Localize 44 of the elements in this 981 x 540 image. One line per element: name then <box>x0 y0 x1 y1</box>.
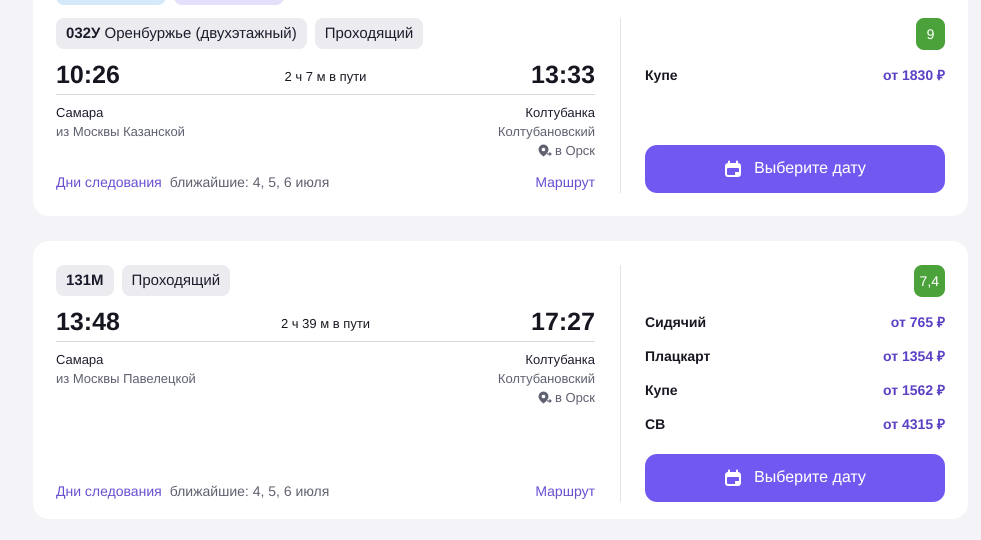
choose-date-button[interactable]: Выберите дату <box>645 145 945 193</box>
transfer-text: в Орск <box>554 142 595 160</box>
train-tag: 131М <box>56 265 114 296</box>
duration: 2 ч 7 м в пути <box>284 68 366 86</box>
duration: 2 ч 39 м в пути <box>280 314 370 333</box>
car-class: Купе <box>645 66 678 85</box>
train-tag: Проходящий <box>122 265 230 296</box>
arrival-city: Колтубанка <box>525 104 595 122</box>
route-link[interactable]: Маршрут <box>535 172 595 193</box>
arrival-city: Колтубанка <box>525 351 595 369</box>
price[interactable]: от 4315 ₽ <box>883 415 945 434</box>
rating-badge: 7,4 <box>914 265 945 297</box>
choose-date-button[interactable]: Выберите дату <box>645 454 945 502</box>
pin-arrow-icon <box>538 144 552 157</box>
arrival-time: 13:33 <box>531 63 595 88</box>
price[interactable]: от 765 ₽ <box>890 313 945 332</box>
schedule-link[interactable]: Дни следования <box>56 481 162 502</box>
rating-badge: 9 <box>916 18 945 50</box>
price[interactable]: от 1830 ₽ <box>883 66 945 85</box>
car-class: Сидячий <box>645 313 706 332</box>
departure-city: Самара <box>56 104 104 122</box>
car-class: СВ <box>645 415 666 434</box>
departure-station: из Москвы Казанской <box>56 123 185 141</box>
train-tag: 032У Оренбуржье (двухэтажный) <box>56 18 307 49</box>
car-class: Плацкарт <box>645 347 710 366</box>
arrival-time: 17:27 <box>531 310 595 335</box>
departure-city: Самара <box>56 351 104 369</box>
car-class: Купе <box>645 381 678 400</box>
nearest-dates: ближайшие: 4, 5, 6 июля <box>170 173 330 192</box>
price[interactable]: от 1354 ₽ <box>883 347 945 366</box>
departure-time: 13:48 <box>56 310 120 335</box>
transfer-text: в Орск <box>554 389 595 407</box>
arrival-station: Колтубановский <box>498 370 595 388</box>
price[interactable]: от 1562 ₽ <box>883 381 945 400</box>
schedule-link[interactable]: Дни следования <box>56 172 162 193</box>
nearest-dates: ближайшие: 4, 5, 6 июля <box>170 482 330 501</box>
train-tag: Проходящий <box>314 18 424 49</box>
calendar-icon <box>724 469 742 487</box>
calendar-icon <box>724 160 742 178</box>
arrival-station: Колтубановский <box>498 123 595 141</box>
route-link[interactable]: Маршрут <box>535 481 595 502</box>
departure-time: 10:26 <box>56 63 120 88</box>
departure-station: из Москвы Павелецкой <box>56 370 196 388</box>
pin-arrow-icon <box>538 391 552 404</box>
